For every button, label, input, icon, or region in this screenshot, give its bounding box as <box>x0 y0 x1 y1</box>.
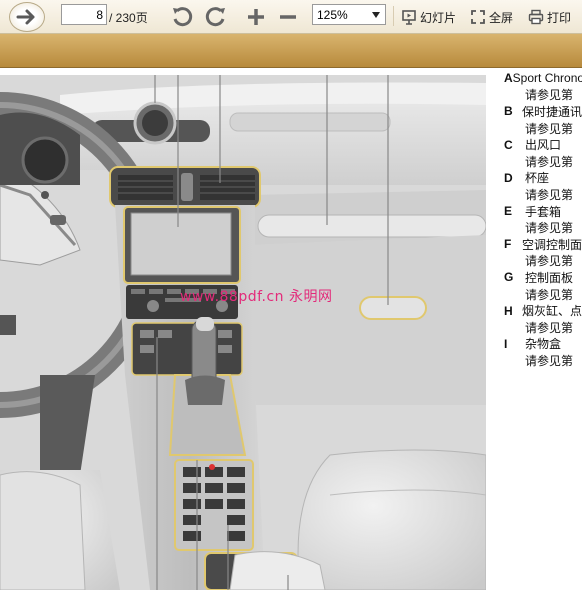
viewer-header-band <box>0 34 582 68</box>
slideshow-label: 幻灯片 <box>420 10 457 25</box>
rotate-right-button[interactable] <box>201 0 231 34</box>
legend-sub: 请参见第 <box>525 154 574 169</box>
legend-sub: 请参见第 <box>525 187 574 202</box>
total-pages-label: / 230页 <box>109 10 148 25</box>
printer-icon <box>528 9 544 25</box>
legend-letter: I <box>504 336 508 351</box>
legend-letter: G <box>504 270 514 285</box>
legend-sub: 请参见第 <box>525 121 574 136</box>
chevron-down-icon <box>372 11 380 18</box>
print-button[interactable]: 打印 <box>528 0 571 34</box>
legend-text: 控制面板 <box>525 270 574 285</box>
zoom-in-button[interactable] <box>241 0 271 34</box>
legend-item: C 出风口 请参见第 <box>504 136 582 169</box>
legend-item: A Sport Chrono 请参见第 <box>504 70 582 103</box>
legend-letter: E <box>504 204 513 219</box>
legend-text: 杯座 <box>525 171 550 186</box>
fullscreen-label: 全屏 <box>489 10 514 25</box>
toolbar-divider <box>393 6 394 26</box>
arrow-right-icon <box>9 2 45 32</box>
legend-item: I 杂物盒 请参见第 <box>504 336 582 369</box>
page-number-input[interactable] <box>61 4 107 25</box>
zoom-out-button[interactable] <box>273 0 303 34</box>
legend-text: 出风口 <box>525 138 562 153</box>
zoom-value: 125% <box>317 7 348 22</box>
watermark-text: www.88pdf.cn 永明网 <box>180 289 333 305</box>
legend-letter: D <box>504 170 513 185</box>
legend-letter: A <box>504 71 513 86</box>
legend-sub: 请参见第 <box>525 320 574 335</box>
back-button[interactable] <box>5 0 49 34</box>
legend-sub: 请参见第 <box>525 88 574 103</box>
rotate-ccw-icon <box>173 7 193 27</box>
rotate-cw-icon <box>205 7 225 27</box>
legend-sub: 请参见第 <box>525 353 574 368</box>
document-page: A Sport Chrono 请参见第 B 保时捷通讯 请参见第 C 出风口 请参见第… <box>0 68 582 590</box>
legend-letter: F <box>504 237 512 252</box>
legend-text: 杂物盒 <box>525 337 562 352</box>
legend-text: 手套箱 <box>525 204 562 219</box>
legend-sub: 请参见第 <box>525 287 574 302</box>
fullscreen-button[interactable]: 全屏 <box>470 0 513 34</box>
legend-item: G 控制面板 请参见第 <box>504 269 582 302</box>
print-label: 打印 <box>547 10 572 25</box>
fullscreen-icon <box>471 10 485 24</box>
legend-letter: H <box>504 303 513 318</box>
legend-sub: 请参见第 <box>525 221 574 236</box>
legend-text: 烟灰缸、点 <box>521 304 582 319</box>
legend-item: E 手套箱 请参见第 <box>504 203 582 236</box>
legend-item: F 空调控制面 请参见第 <box>504 236 582 269</box>
viewer-toolbar: / 230页 125% 幻灯片 全屏 打印 <box>0 0 582 34</box>
dashboard-illustration <box>0 75 486 590</box>
legend-text: 保时捷通讯 <box>521 104 582 119</box>
rotate-left-button[interactable] <box>167 0 197 34</box>
zoom-select[interactable]: 125% <box>312 4 386 25</box>
plus-icon <box>248 9 264 25</box>
legend-letter: B <box>504 104 513 119</box>
legend-sub: 请参见第 <box>525 254 574 269</box>
legend-item: D 杯座 请参见第 <box>504 170 582 203</box>
legend-list: A Sport Chrono 请参见第 B 保时捷通讯 请参见第 C 出风口 请参见第… <box>504 70 582 369</box>
legend-item: B 保时捷通讯 请参见第 <box>504 103 582 136</box>
legend-letter: C <box>504 137 513 152</box>
legend-item: H 烟灰缸、点 请参见第 <box>504 302 582 335</box>
legend-text: 空调控制面 <box>521 237 582 252</box>
minus-icon <box>280 15 296 19</box>
legend-text: Sport Chrono <box>512 71 582 86</box>
slideshow-button[interactable]: 幻灯片 <box>401 0 456 34</box>
slideshow-icon <box>402 10 416 25</box>
